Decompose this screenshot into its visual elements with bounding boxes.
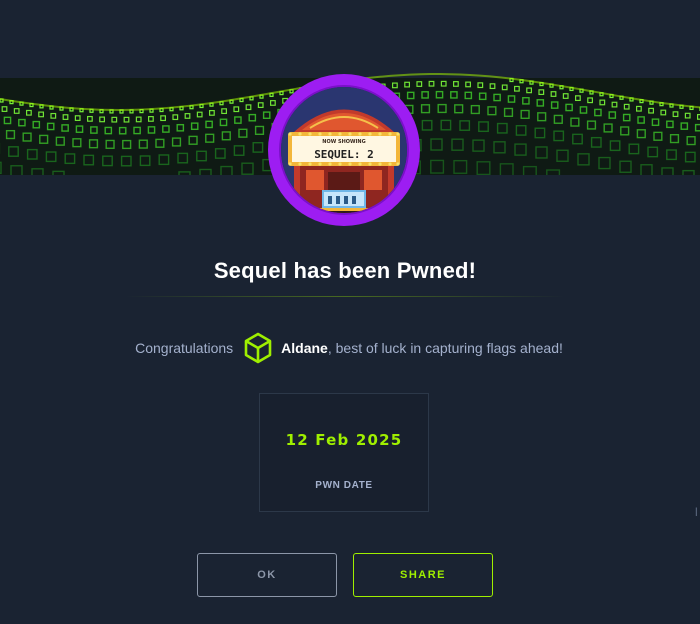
page-title: Sequel has been Pwned!: [213, 258, 477, 283]
pwn-date-card: 12 Feb 2025 PWN DATE: [259, 393, 429, 512]
machine-avatar: NOW SHOWING SEQUEL: 2: [266, 72, 422, 228]
cube-icon: [241, 331, 275, 365]
pwn-date-label: PWN DATE: [315, 480, 373, 491]
ok-button[interactable]: OK: [197, 553, 337, 597]
movie-theater-icon: NOW SHOWING SEQUEL: 2: [268, 74, 420, 226]
congrats-prefix: Congratulations: [135, 340, 234, 356]
congrats-suffix: , best of luck in capturing flags ahead!: [327, 340, 563, 356]
svg-text:NOW SHOWING: NOW SHOWING: [322, 139, 365, 145]
congratulations-message: Congratulations Aldane , best of luck in…: [0, 330, 698, 366]
title-divider: [125, 296, 565, 297]
share-button[interactable]: SHARE: [353, 553, 493, 597]
svg-text:SEQUEL: 2: SEQUEL: 2: [314, 148, 374, 161]
pwn-date-value: 12 Feb 2025: [285, 431, 403, 449]
edge-text-fragment: l: [695, 505, 698, 519]
username-link[interactable]: Aldane: [281, 340, 328, 356]
